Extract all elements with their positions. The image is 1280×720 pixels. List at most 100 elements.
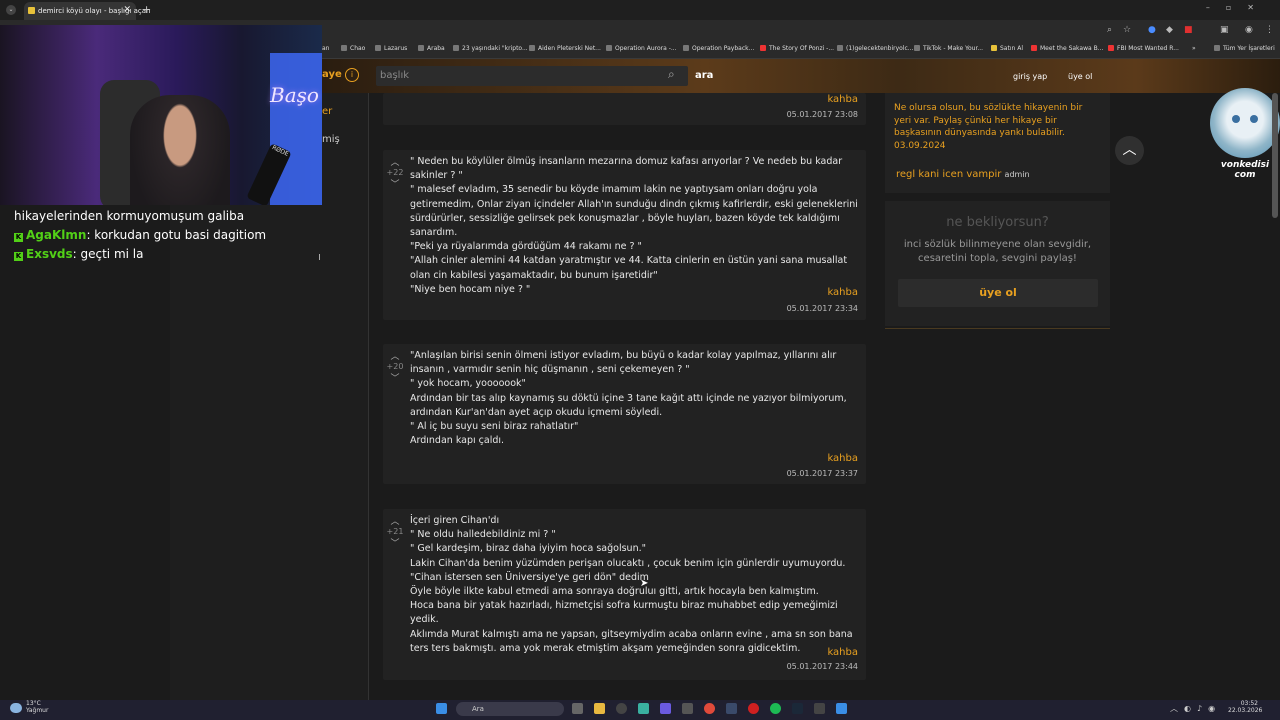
downvote-icon[interactable]: ﹀ [383, 177, 407, 190]
vote-score: +21 [386, 527, 404, 536]
cta-register-button[interactable]: üye ol [898, 279, 1098, 307]
info-icon[interactable]: i [345, 68, 359, 82]
entry-author[interactable]: kahba [827, 453, 858, 464]
app-icon[interactable] [836, 703, 847, 714]
cta-title: ne bekliyorsun? [946, 215, 1049, 230]
app-icon[interactable] [726, 703, 737, 714]
zoom-icon[interactable]: ⌕ [1107, 25, 1112, 35]
sidebar-motto: Ne olursa olsun, bu sözlükte hikayenin b… [894, 103, 1083, 151]
bookmark-item[interactable]: (1)gelecektenbiryolc... [837, 45, 914, 52]
entry-author[interactable]: kahba [827, 94, 858, 105]
nav-item[interactable]: miş [322, 134, 340, 145]
sidebar-user[interactable]: regl kani icen vampir admin [896, 169, 1030, 180]
bookmark-item[interactable]: Satın Al [991, 45, 1023, 52]
downvote-icon[interactable]: ﹀ [383, 536, 407, 549]
extension-icon[interactable]: ■ [1184, 25, 1193, 35]
downvote-icon[interactable]: ﹀ [383, 371, 407, 384]
upvote-icon[interactable]: ︿ [383, 155, 407, 168]
clock-time: 03:52 [1240, 700, 1258, 707]
sidebar-username[interactable]: regl kani icen vampir [896, 169, 1001, 180]
task-view-icon[interactable] [572, 703, 583, 714]
entry-date[interactable]: 05.01.2017 23:44 [787, 662, 858, 671]
bookmark-favicon-icon [683, 45, 689, 51]
bookmark-item[interactable]: Lazarus [375, 45, 407, 52]
vote-box: ︿ +22 ﹀ [383, 155, 407, 190]
bookmark-item[interactable]: Operation Aurora -... [606, 45, 677, 52]
entry-line: "Anlaşılan birisi senin ölmeni istiyor e… [410, 350, 837, 376]
system-tray[interactable]: ︿◐♪◉ [1170, 703, 1221, 714]
app-icon[interactable] [638, 703, 649, 714]
tab-close-icon[interactable]: ✕ [123, 5, 131, 15]
bookmark-star-icon[interactable]: ☆ [1123, 25, 1131, 35]
bookmark-item[interactable]: Araba [418, 45, 445, 52]
bookmark-item[interactable]: TikTok - Make Your... [914, 45, 983, 52]
bookmarks-overflow[interactable]: » [1192, 45, 1196, 52]
bookmark-item[interactable]: Meet the Sakawa B... [1031, 45, 1103, 52]
entry-author[interactable]: kahba [827, 287, 858, 298]
new-tab-icon[interactable]: + [142, 3, 151, 16]
all-bookmarks[interactable]: Tüm Yer İşaretleri [1214, 45, 1275, 52]
search-icon[interactable]: ⌕ [668, 67, 675, 82]
taskbar-clock[interactable]: 03:52 22.03.2026 [1228, 700, 1262, 714]
bookmark-item[interactable]: The Story Of Ponzi -... [760, 45, 834, 52]
bookmark-item[interactable]: an [322, 45, 329, 52]
extensions-puzzle-icon[interactable]: ▣ [1220, 25, 1229, 35]
entry-line: "Niye ben hocam niye ? " [410, 283, 531, 295]
vote-score: +22 [386, 168, 404, 177]
page-scrollbar[interactable] [1272, 93, 1278, 218]
webcam-streamer [130, 95, 230, 205]
entry-date[interactable]: 05.01.2017 23:37 [787, 469, 858, 478]
folder-icon [418, 45, 424, 51]
bookmark-favicon-icon [606, 45, 612, 51]
app-icon[interactable] [682, 703, 693, 714]
weather-icon[interactable] [10, 703, 22, 713]
search-button[interactable]: ara [695, 70, 713, 81]
entry-date[interactable]: 05.01.2017 23:34 [787, 304, 858, 313]
bookmark-item[interactable]: Operation Payback... [683, 45, 754, 52]
entry-line: Lakin Cihan'da benim yüzümden perişan ol… [410, 557, 846, 569]
upvote-icon[interactable]: ︿ [383, 514, 407, 527]
entry-date[interactable]: 05.01.2017 23:08 [787, 110, 858, 119]
window-controls[interactable]: –▫✕ [1206, 3, 1270, 12]
mouse-cursor-icon: ➤ [640, 578, 649, 589]
app-icon[interactable] [814, 703, 825, 714]
profile-icon[interactable]: ◉ [1245, 25, 1253, 35]
bookmark-item[interactable]: Chao [341, 45, 365, 52]
spotify-icon[interactable] [770, 703, 781, 714]
bookmark-item[interactable]: FBI Most Wanted R... [1108, 45, 1179, 52]
extension-icon[interactable]: ◆ [1166, 25, 1173, 35]
taskbar-search-label: Ara [472, 705, 484, 713]
bookmark-item[interactable]: 23 yaşındaki "kripto... [453, 45, 528, 52]
app-icon[interactable] [616, 703, 627, 714]
file-explorer-icon[interactable] [594, 703, 605, 714]
chat-overlay: hikayelerinden kormuyomuşum galiba K AgaK… [14, 207, 314, 264]
entry-line: " yok hocam, yooooook" [410, 378, 526, 390]
discord-icon[interactable] [660, 703, 671, 714]
scroll-top-icon[interactable]: ︿ [1115, 136, 1144, 165]
windows-start-icon[interactable] [436, 703, 447, 714]
bookmark-favicon-icon [1108, 45, 1114, 51]
steam-icon[interactable] [792, 703, 803, 714]
taskbar-search[interactable]: Ara [456, 702, 564, 716]
search-input[interactable]: başlık [376, 66, 688, 86]
browser-tab[interactable]: demirci köyü olayı - başlığı açan ✕ [24, 2, 150, 20]
chat-text: korkudan gotu basi dagitiom [94, 228, 267, 242]
nav-item[interactable]: er [322, 106, 332, 117]
upvote-icon[interactable]: ︿ [383, 349, 407, 362]
bookmark-item[interactable]: Aiden Pleterski Net... [529, 45, 601, 52]
register-link[interactable]: üye ol [1068, 72, 1092, 81]
entry-author[interactable]: kahba [827, 647, 858, 658]
login-link[interactable]: giriş yap [1013, 72, 1047, 81]
tab-search-icon[interactable]: ⌄ [6, 5, 16, 15]
entry-line: "Peki ya rüyalarımda gördüğüm 44 rakamı … [410, 241, 642, 253]
weather-widget[interactable]: 13°C Yağmur [26, 700, 48, 714]
entry-line: "Cihan istersen sen Üniversiye'ye geri d… [410, 571, 649, 583]
entry-line: Ardından kapı çaldı. [410, 435, 505, 447]
extension-icon[interactable]: ● [1148, 25, 1156, 35]
entry-line: " Neden bu köylüler ölmüş insanların mez… [410, 156, 843, 182]
chrome-icon[interactable] [704, 703, 715, 714]
app-icon[interactable] [748, 703, 759, 714]
menu-kebab-icon[interactable]: ⋮ [1265, 25, 1274, 35]
vote-box: ︿ +20 ﹀ [383, 349, 407, 384]
site-logo[interactable]: aye [322, 69, 342, 80]
